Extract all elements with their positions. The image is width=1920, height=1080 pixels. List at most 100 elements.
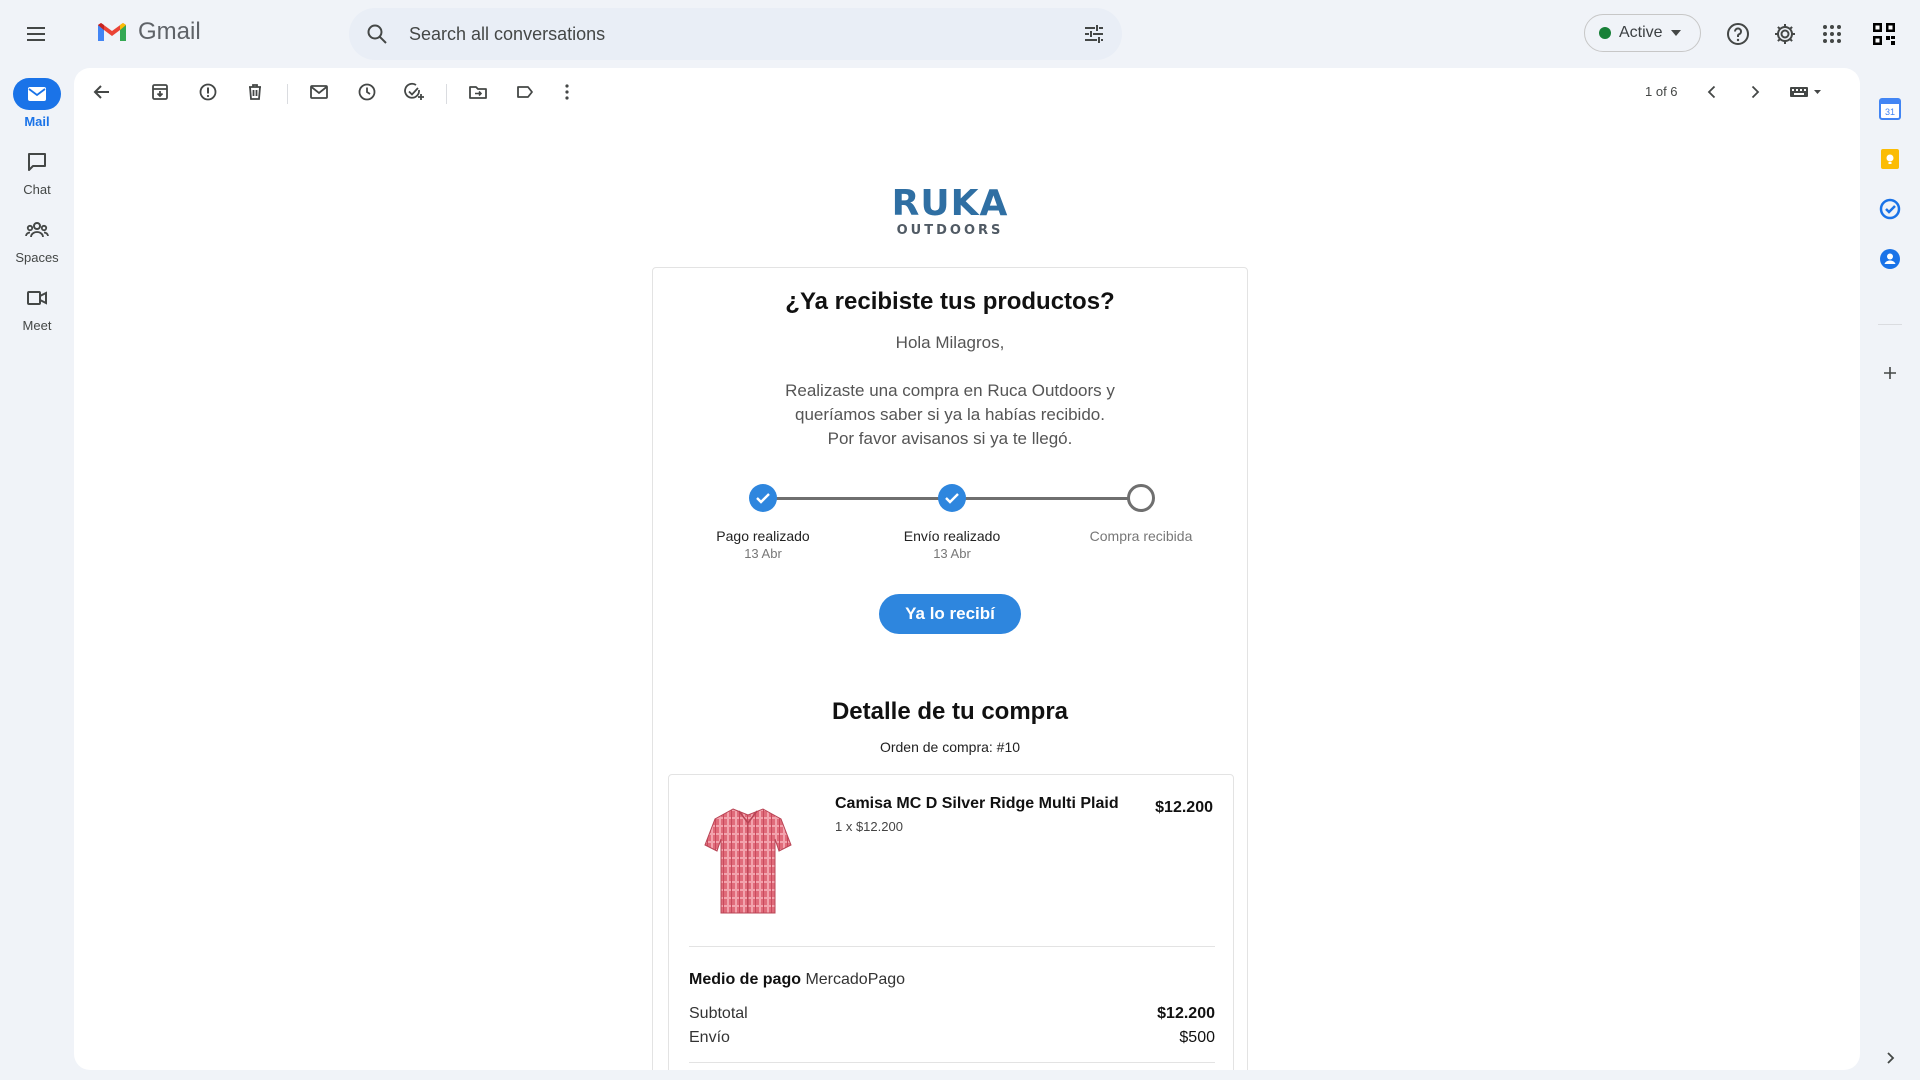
rail-item-chat[interactable]: Chat — [0, 146, 74, 197]
email-card: ¿Ya recibiste tus productos? Hola Milagr… — [652, 267, 1248, 1070]
shipping-row: Envío $500 — [689, 1029, 1215, 1047]
show-side-panel-button[interactable] — [1878, 1046, 1902, 1070]
rail-item-meet[interactable]: Meet — [0, 282, 74, 333]
brand-logo: RUKA OUTDOORS — [652, 183, 1248, 239]
calendar-icon: 31 — [1879, 98, 1901, 120]
payment-value: MercadoPago — [805, 971, 906, 988]
rail-item-mail[interactable]: Mail — [0, 78, 74, 129]
more-button[interactable] — [549, 74, 585, 110]
account-button[interactable] — [1864, 14, 1904, 54]
mail-icon — [28, 87, 46, 101]
expand-icon — [1887, 1052, 1895, 1064]
input-tools-button[interactable] — [1781, 74, 1831, 110]
delete-button[interactable] — [237, 74, 273, 110]
order-progress: Pago realizado 13 Abr Envío realizado 13… — [653, 476, 1249, 566]
chat-icon — [28, 153, 46, 171]
snooze-icon — [358, 83, 376, 101]
contacts-button[interactable] — [1878, 247, 1902, 271]
newer-button[interactable] — [1694, 74, 1730, 110]
step-label-payment: Pago realizado — [716, 528, 810, 544]
prev-icon — [1707, 85, 1716, 99]
tasks-button[interactable] — [1878, 197, 1902, 221]
app-name: Gmail — [138, 18, 201, 45]
confirm-received-button[interactable]: Ya lo recibí — [879, 594, 1021, 634]
payment-method: Medio de pago MercadoPago — [689, 971, 905, 989]
snooze-button[interactable] — [349, 74, 385, 110]
message-text: Realizaste una compra en Ruca Outdoors y… — [653, 379, 1247, 451]
move-to-button[interactable] — [460, 74, 496, 110]
calendar-button[interactable]: 31 — [1878, 97, 1902, 121]
report-spam-icon — [199, 83, 217, 101]
subtotal-value: $12.200 — [1157, 1005, 1215, 1022]
keyboard-icon — [1790, 87, 1821, 97]
check-icon — [756, 493, 770, 504]
rail-label-mail: Mail — [24, 114, 50, 129]
rail-pill-chat — [13, 146, 61, 178]
label-button[interactable] — [507, 74, 543, 110]
step-dot-payment — [749, 484, 777, 512]
back-button[interactable] — [84, 74, 120, 110]
shirt-image — [704, 808, 792, 914]
step-label-shipping: Envío realizado — [903, 528, 1001, 544]
account-icon — [1873, 23, 1895, 45]
order-number: Orden de compra: #10 — [879, 739, 1021, 755]
older-button[interactable] — [1737, 74, 1773, 110]
search-bar — [349, 8, 1122, 60]
step-dot-received — [1127, 484, 1155, 512]
step-label-received: Compra recibida — [1089, 528, 1193, 544]
rail-label-chat: Chat — [23, 182, 51, 197]
spaces-icon — [25, 222, 49, 238]
add-task-button[interactable] — [396, 74, 432, 110]
add-icon — [1884, 367, 1896, 379]
gmail-logo[interactable]: Gmail — [96, 18, 201, 46]
keep-button[interactable] — [1878, 147, 1902, 171]
brand-name: RUKA — [891, 183, 1009, 224]
rail-pill-mail — [13, 78, 61, 110]
product-price: $12.200 — [1155, 799, 1213, 816]
side-panel: 31 — [1860, 68, 1920, 1080]
report-spam-button[interactable] — [190, 74, 226, 110]
search-input[interactable] — [409, 22, 1029, 46]
next-icon — [1751, 85, 1760, 99]
shipping-value: $500 — [1179, 1029, 1215, 1046]
search-options-icon[interactable] — [1082, 22, 1106, 46]
status-selector[interactable]: Active — [1584, 14, 1701, 52]
svg-text:31: 31 — [1885, 107, 1895, 117]
gmail-m-icon — [98, 23, 126, 41]
back-arrow-icon — [93, 85, 109, 99]
get-addons-button[interactable] — [1878, 361, 1902, 385]
rail-pill-meet — [13, 282, 61, 314]
message-line: Por favor avisanos si ya te llegó. — [827, 429, 1073, 448]
step-date-shipping: 13 Abr — [933, 546, 971, 561]
step-date-payment: 13 Abr — [744, 546, 782, 561]
section-divider — [689, 946, 1215, 947]
search-icon[interactable] — [365, 22, 389, 46]
delete-icon — [249, 84, 261, 100]
move-to-icon — [469, 86, 487, 99]
section-divider — [689, 1062, 1215, 1063]
rail-item-spaces[interactable]: Spaces — [0, 214, 74, 265]
more-vert-icon — [565, 84, 569, 100]
gear-icon — [1775, 24, 1795, 44]
mark-unread-button[interactable] — [301, 74, 337, 110]
detail-title: Detalle de tu compra — [831, 698, 1069, 725]
message-pane: 1 of 6 RUKA OUTDOORS ¿Ya recibiste tus p… — [74, 68, 1860, 1070]
help-icon — [1727, 23, 1749, 45]
settings-button[interactable] — [1765, 14, 1805, 54]
apps-button[interactable] — [1812, 14, 1852, 54]
archive-button[interactable] — [142, 74, 178, 110]
email-body: RUKA OUTDOORS ¿Ya recibiste tus producto… — [652, 183, 1248, 1070]
help-button[interactable] — [1718, 14, 1758, 54]
top-bar: Gmail Active — [0, 0, 1920, 68]
order-detail-box: Camisa MC D Silver Ridge Multi Plaid 1 x… — [668, 774, 1234, 1070]
main-menu-button[interactable] — [16, 14, 56, 54]
tasks-icon — [1879, 198, 1901, 220]
greeting: Hola Milagros, — [895, 333, 1005, 352]
subtotal-row: Subtotal $12.200 — [689, 1005, 1215, 1023]
rail-label-meet: Meet — [22, 318, 52, 333]
keep-icon — [1881, 149, 1899, 169]
page-count: 1 of 6 — [1645, 84, 1678, 99]
product-name: Camisa MC D Silver Ridge Multi Plaid — [835, 795, 1119, 812]
message-toolbar: 1 of 6 — [74, 68, 1860, 118]
message-line: Realizaste una compra en Ruca Outdoors y — [785, 381, 1115, 400]
